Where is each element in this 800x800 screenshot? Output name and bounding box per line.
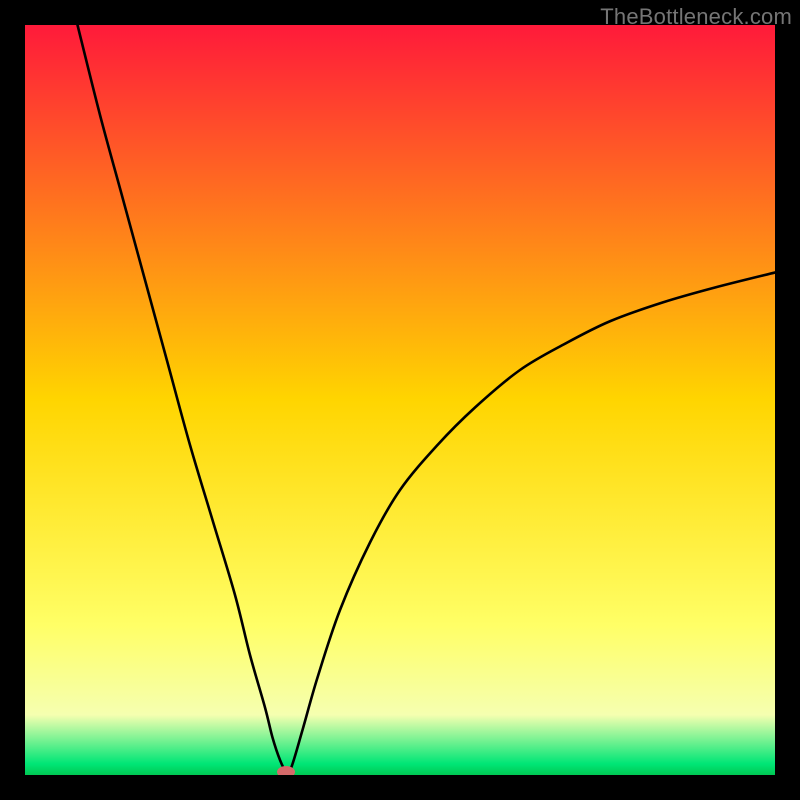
chart-frame — [25, 25, 775, 775]
bottleneck-chart — [25, 25, 775, 775]
watermark-text: TheBottleneck.com — [600, 4, 792, 30]
gradient-background — [25, 25, 775, 775]
